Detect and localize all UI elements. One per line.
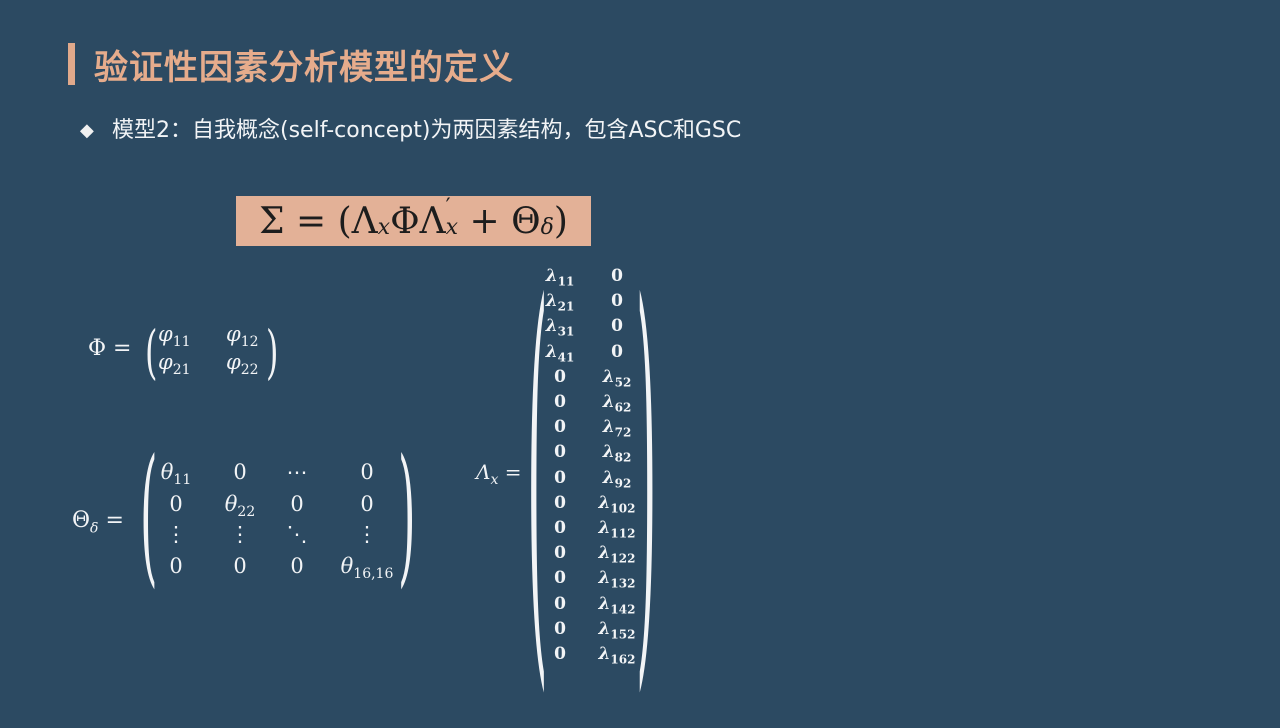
phi-cell-21: φ21 xyxy=(158,350,191,379)
lambda-cell: λ102 xyxy=(598,492,636,516)
theta-cell: θ22 xyxy=(224,492,256,521)
formula-equals: = ( xyxy=(284,200,352,242)
lambda-cell: 0 xyxy=(554,644,566,664)
lambda-cell: λ82 xyxy=(602,442,632,465)
lambda-cell: λ72 xyxy=(602,417,632,440)
theta-cell: ⋮ xyxy=(356,522,378,546)
lambda-cell: λ41 xyxy=(545,341,575,364)
diamond-bullet-icon: ◆ xyxy=(80,120,94,141)
theta-cell: θ16,16 xyxy=(340,554,394,583)
phi-cell-22: φ22 xyxy=(226,350,259,379)
lambda-cell: λ162 xyxy=(598,644,636,667)
lambda-cell: λ52 xyxy=(602,366,632,390)
phi-left-paren: ( xyxy=(145,318,158,386)
phi-right-paren: ) xyxy=(266,318,279,386)
lambda-cell: 0 xyxy=(611,266,623,286)
lambda-cell: 0 xyxy=(554,392,566,412)
lambda-cell: 0 xyxy=(554,568,566,589)
lambda-lhs: Λx = xyxy=(476,460,522,488)
theta-right-paren: ) xyxy=(398,428,416,602)
bullet-text: 模型2：自我概念(self-concept)为两因素结构，包含ASC和GSC xyxy=(112,118,742,143)
theta-cell: 0 xyxy=(360,460,374,484)
lambda-cell: λ92 xyxy=(602,467,632,490)
lambda-cell: 0 xyxy=(611,316,623,337)
formula-lambda: Λ xyxy=(351,200,378,242)
lambda-cell: 0 xyxy=(554,467,566,488)
formula-lambda-t: Λ xyxy=(419,200,446,242)
formula-lambda-t-sub: x xyxy=(445,215,459,240)
formula-lambda-sub: x xyxy=(377,214,391,240)
phi-cell-11: φ11 xyxy=(158,322,191,351)
lambda-cell: λ62 xyxy=(602,392,632,415)
lambda-cell: λ132 xyxy=(598,568,636,591)
title-accent-bar xyxy=(68,43,75,85)
theta-cell: ⋱ xyxy=(286,522,308,546)
lambda-cell: λ152 xyxy=(598,618,636,642)
theta-cell: 0 xyxy=(290,492,304,516)
phi-lhs: Φ = xyxy=(88,336,132,361)
theta-cell: ⋮ xyxy=(165,522,187,546)
theta-cell: 0 xyxy=(233,554,247,578)
theta-cell: ⋯ xyxy=(286,460,308,484)
lambda-cell: 0 xyxy=(611,291,623,312)
theta-cell: 0 xyxy=(360,492,374,516)
slide-title: 验证性因素分析模型的定义 xyxy=(94,48,514,88)
lambda-cell: λ11 xyxy=(545,266,575,289)
lambda-cell: 0 xyxy=(554,618,566,639)
theta-cell: 0 xyxy=(233,460,247,484)
formula-sigma: Σ xyxy=(259,200,285,242)
lambda-cell: 0 xyxy=(554,417,566,438)
lambda-cell: 0 xyxy=(554,518,566,538)
lambda-cell: 0 xyxy=(554,366,566,387)
lambda-cell: 0 xyxy=(554,543,566,564)
theta-cell: 0 xyxy=(290,554,304,578)
lambda-cell: λ112 xyxy=(598,518,636,541)
formula-plus: + xyxy=(458,200,512,242)
lambda-cell: λ31 xyxy=(545,316,575,339)
theta-cell: ⋮ xyxy=(229,522,251,546)
lambda-cell: 0 xyxy=(554,593,566,614)
phi-cell-12: φ12 xyxy=(226,322,259,351)
lambda-cell: λ142 xyxy=(598,593,636,616)
lambda-cell: λ122 xyxy=(598,543,636,566)
theta-lhs: Θδ = xyxy=(72,508,124,537)
lambda-cell: 0 xyxy=(611,341,623,362)
formula-phi: Φ xyxy=(390,200,420,242)
theta-cell: 0 xyxy=(169,492,183,516)
lambda-cell: 0 xyxy=(554,492,566,513)
lambda-cell: λ21 xyxy=(545,291,575,314)
theta-cell: θ11 xyxy=(160,460,192,489)
theta-cell: 0 xyxy=(169,554,183,578)
formula-close: ) xyxy=(553,200,568,242)
lambda-cell: 0 xyxy=(554,442,566,463)
